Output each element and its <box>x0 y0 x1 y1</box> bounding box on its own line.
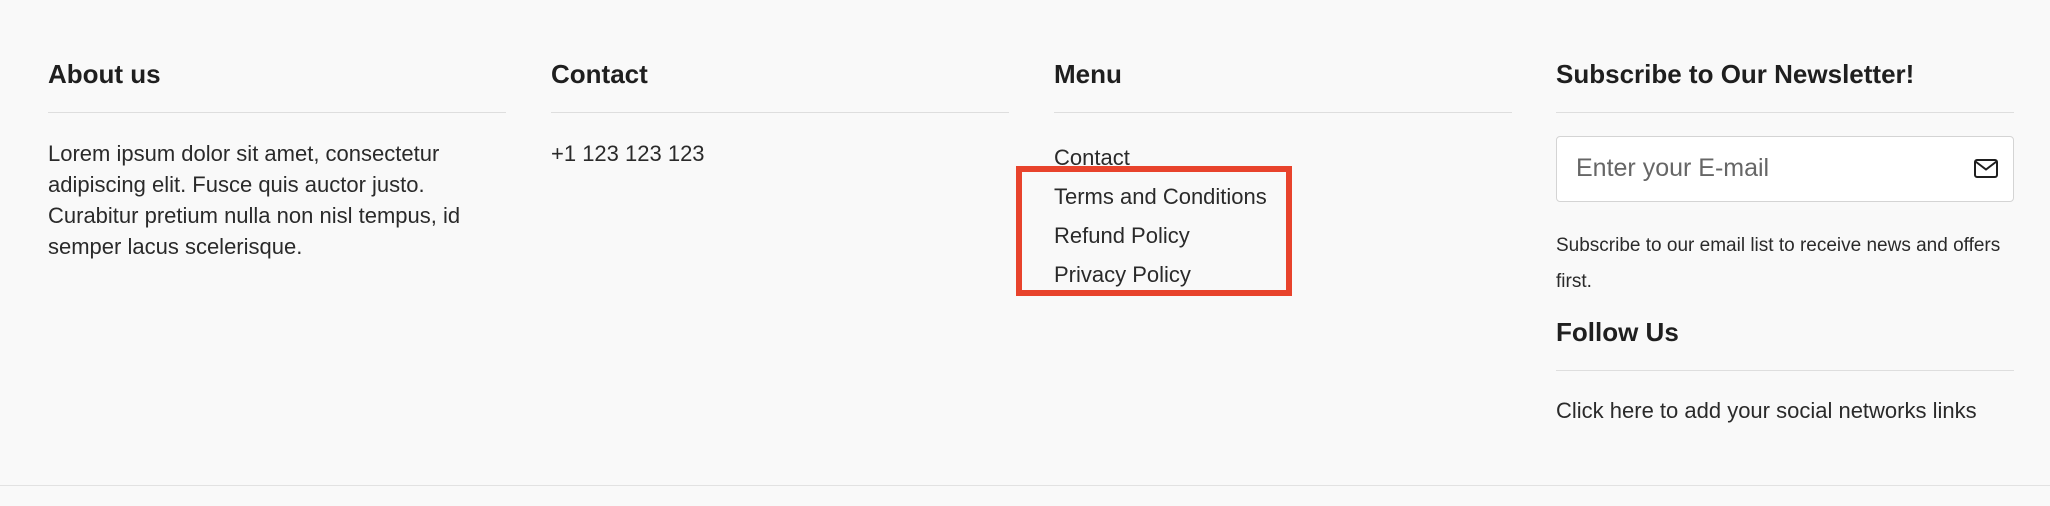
newsletter-section: Subscribe to Our Newsletter! Subscribe t… <box>1556 54 2014 426</box>
menu-item-refund-policy[interactable]: Refund Policy <box>1054 216 1512 255</box>
contact-divider <box>551 112 1009 113</box>
envelope-icon[interactable] <box>1973 157 1999 181</box>
menu-item-contact[interactable]: Contact <box>1054 138 1512 177</box>
newsletter-description: Subscribe to our email list to receive n… <box>1556 235 2001 292</box>
follow-divider <box>1556 370 2014 371</box>
site-footer: About us Lorem ipsum dolor sit amet, con… <box>0 0 2050 486</box>
about-heading: About us <box>48 59 161 89</box>
email-field-container <box>1556 136 2014 202</box>
contact-section: Contact +1 123 123 123 <box>551 54 1009 169</box>
about-text: Lorem ipsum dolor sit amet, consectetur … <box>48 141 461 259</box>
menu-list: Contact Terms and Conditions Refund Poli… <box>1054 138 1512 294</box>
menu-item-terms-and-conditions[interactable]: Terms and Conditions <box>1054 177 1512 216</box>
contact-heading: Contact <box>551 59 648 89</box>
about-section: About us Lorem ipsum dolor sit amet, con… <box>48 54 506 262</box>
about-divider <box>48 112 506 113</box>
social-networks-link[interactable]: Click here to add your social networks l… <box>1556 395 2014 426</box>
follow-heading: Follow Us <box>1556 317 1679 347</box>
email-input[interactable] <box>1557 137 1956 199</box>
menu-section: Menu Contact Terms and Conditions Refund… <box>1054 54 1512 294</box>
menu-item-privacy-policy[interactable]: Privacy Policy <box>1054 255 1512 294</box>
menu-divider <box>1054 112 1512 113</box>
footer-bottom-divider <box>0 485 2050 486</box>
newsletter-divider <box>1556 112 2014 113</box>
newsletter-heading: Subscribe to Our Newsletter! <box>1556 59 1915 89</box>
menu-heading: Menu <box>1054 59 1122 89</box>
contact-phone[interactable]: +1 123 123 123 <box>551 138 1009 169</box>
